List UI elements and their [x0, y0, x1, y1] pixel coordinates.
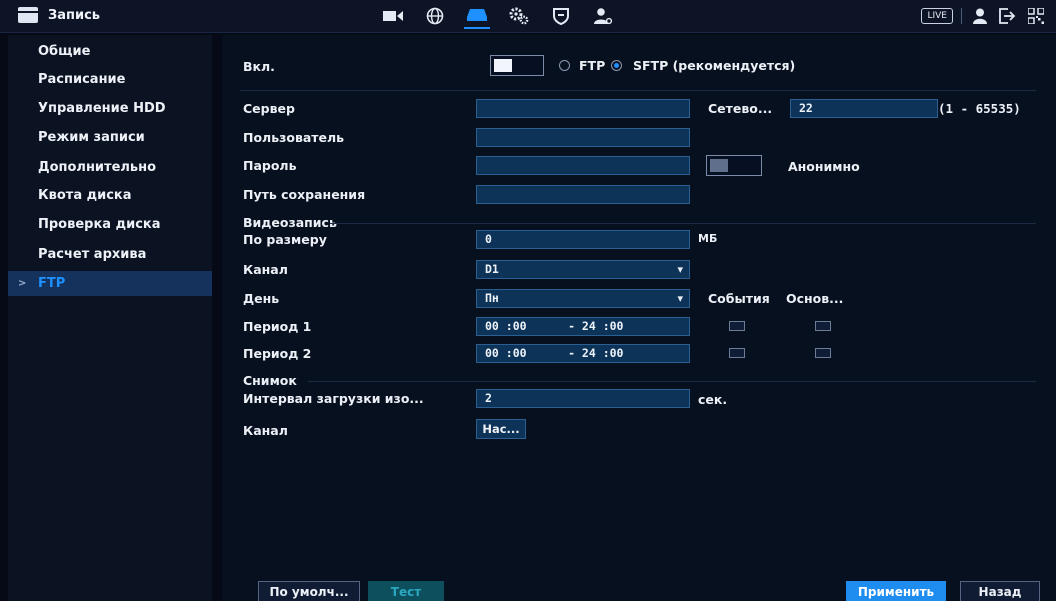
snap-channel-label: Канал	[243, 423, 288, 438]
qr-icon[interactable]	[1026, 5, 1046, 27]
ftp-label: FTP	[579, 58, 606, 73]
sidebar-item-schedule[interactable]: Расписание	[8, 67, 212, 92]
period1-main-checkbox[interactable]	[815, 321, 831, 331]
divider	[961, 8, 962, 24]
events-label: События	[708, 291, 770, 306]
anonymous-toggle[interactable]	[706, 155, 762, 176]
toggle-knob	[710, 159, 728, 172]
password-label: Пароль	[243, 158, 297, 173]
top-right-controls: LIVE	[921, 5, 1046, 27]
back-button[interactable]: Назад	[960, 581, 1040, 601]
password-input[interactable]	[476, 156, 690, 175]
server-input[interactable]	[476, 99, 690, 118]
app-title[interactable]: Запись	[18, 7, 100, 23]
anonymous-label: Анонимно	[788, 159, 860, 174]
day-label: День	[243, 291, 280, 306]
interval-input[interactable]: 2	[476, 389, 690, 408]
chevron-right-icon: >	[18, 278, 27, 289]
sftp-label: SFTP (рекомендуется)	[633, 58, 796, 73]
sidebar-item-record-mode[interactable]: Режим записи	[8, 125, 212, 150]
path-label: Путь сохранения	[243, 187, 366, 202]
sidebar-item-advanced[interactable]: Дополнительно	[8, 155, 212, 180]
channel-select[interactable]: D1	[476, 260, 690, 279]
period1-input[interactable]: 00 :00 - 24 :00	[476, 317, 690, 336]
sidebar-item-archive-calc[interactable]: Расчет архива	[8, 242, 212, 267]
period2-label: Период 2	[243, 346, 312, 361]
live-button[interactable]: LIVE	[921, 8, 953, 24]
period1-events-checkbox[interactable]	[729, 321, 745, 331]
enable-label: Вкл.	[243, 59, 275, 74]
user-label: Пользователь	[243, 130, 345, 145]
main-label: Основ...	[786, 291, 844, 306]
sftp-radio[interactable]	[611, 60, 622, 71]
period2-input[interactable]: 00 :00 - 24 :00	[476, 344, 690, 363]
main-menu-icons	[380, 3, 616, 29]
interval-unit: сек.	[698, 392, 728, 407]
toggle-knob	[494, 59, 512, 72]
divider	[308, 381, 1036, 382]
logout-icon[interactable]	[998, 5, 1018, 27]
sidebar-item-hdd-manager[interactable]: Управление HDD	[8, 96, 212, 121]
sidebar-item-label: FTP	[38, 276, 66, 291]
snap-channel-setup-button[interactable]: Нас...	[476, 419, 526, 439]
page-title: Запись	[48, 7, 101, 23]
menu-icon	[18, 7, 38, 23]
size-unit: МБ	[698, 232, 718, 245]
camera-icon[interactable]	[380, 3, 406, 29]
period1-label: Период 1	[243, 319, 312, 334]
top-bar: Запись LIVE	[0, 0, 1056, 33]
snapshot-section-title: Снимок	[243, 373, 297, 388]
ftp-settings-panel: Вкл. FTP SFTP (рекомендуется) Сервер Сет…	[222, 35, 1056, 601]
port-label: Сетево...	[708, 101, 773, 116]
shield-icon[interactable]	[548, 3, 574, 29]
ftp-radio[interactable]	[559, 60, 570, 71]
day-select[interactable]: Пн	[476, 289, 690, 308]
user-input[interactable]	[476, 128, 690, 147]
settings-icon[interactable]	[506, 3, 532, 29]
enable-toggle[interactable]	[490, 55, 544, 76]
interval-label: Интервал загрузки изо...	[243, 391, 424, 406]
sidebar-item-disk-check[interactable]: Проверка диска	[8, 212, 212, 237]
sidebar-item-ftp[interactable]: > FTP	[8, 271, 212, 296]
sidebar: Общие Расписание Управление HDD Режим за…	[8, 35, 212, 601]
size-input[interactable]: 0	[476, 230, 690, 249]
sidebar-item-disk-quota[interactable]: Квота диска	[8, 183, 212, 208]
size-label: По размеру	[243, 232, 327, 247]
channel-label: Канал	[243, 262, 288, 277]
divider	[240, 90, 1036, 91]
default-button[interactable]: По умолч...	[258, 581, 360, 601]
test-button[interactable]: Тест	[368, 581, 444, 601]
port-input[interactable]: 22	[790, 99, 938, 118]
user-icon[interactable]	[970, 5, 990, 27]
divider	[330, 223, 1036, 224]
apply-button[interactable]: Применить	[846, 581, 946, 601]
account-icon[interactable]	[590, 3, 616, 29]
storage-icon[interactable]	[464, 3, 490, 29]
period2-main-checkbox[interactable]	[815, 348, 831, 358]
sidebar-item-general[interactable]: Общие	[8, 39, 212, 64]
network-icon[interactable]	[422, 3, 448, 29]
server-label: Сервер	[243, 101, 295, 116]
path-input[interactable]	[476, 185, 690, 204]
port-range: (1 - 65535)	[938, 101, 1021, 116]
video-section-title: Видеозапись	[243, 215, 337, 230]
period2-events-checkbox[interactable]	[729, 348, 745, 358]
